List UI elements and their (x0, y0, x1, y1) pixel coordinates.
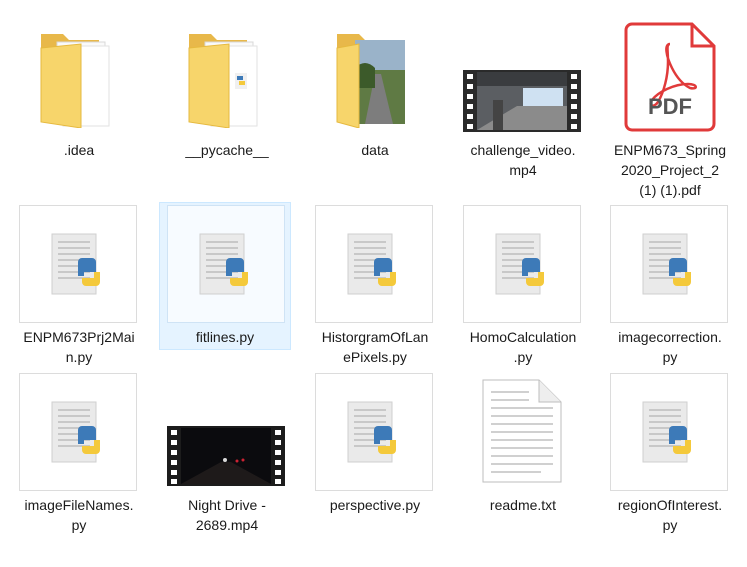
text-file-icon (481, 378, 563, 484)
file-name: imagecorrection. py (618, 329, 722, 365)
file-item-challenge-video[interactable]: challenge_video. mp4 (453, 20, 593, 180)
file-item-night-drive[interactable]: Night Drive - 2689.mp4 (157, 373, 297, 538)
file-name: imageFileNames. py (24, 497, 134, 533)
file-item-imagefilenames[interactable]: imageFileNames. py (9, 373, 149, 538)
file-name: challenge_video. mp4 (470, 142, 576, 178)
file-name: ENPM673Prj2Mai n.py (23, 329, 135, 365)
python-file-icon (315, 205, 433, 323)
file-item-imagecorrection[interactable]: imagecorrection. py (600, 205, 740, 370)
python-file-icon (167, 205, 285, 323)
pdf-icon: PDF (624, 22, 716, 132)
file-name: HistorgramOfLan ePixels.py (321, 329, 429, 365)
file-item-perspective[interactable]: perspective.py (305, 373, 445, 538)
video-thumbnail-icon (463, 70, 581, 132)
file-item-enpm673prj2main[interactable]: ENPM673Prj2Mai n.py (9, 205, 149, 370)
python-file-icon (19, 205, 137, 323)
file-name: regionOfInterest. py (617, 497, 723, 533)
python-file-icon (610, 373, 728, 491)
file-item-pycache[interactable]: __pycache__ (157, 20, 297, 170)
file-name: Night Drive - 2689.mp4 (188, 497, 266, 533)
file-name: ENPM673_Spring 2020_Project_2 (1) (1).pd… (613, 142, 727, 198)
python-file-icon (19, 373, 137, 491)
file-item-fitlines[interactable]: fitlines.py (159, 202, 301, 355)
pdf-label: PDF (648, 94, 692, 119)
file-name: data (361, 142, 389, 158)
folder-photo-icon (335, 28, 415, 128)
file-item-homocalculation[interactable]: HomoCalculation .py (453, 205, 593, 370)
folder-icon (187, 28, 267, 128)
file-name: __pycache__ (185, 142, 269, 158)
python-file-icon (315, 373, 433, 491)
file-item-readme[interactable]: readme.txt (453, 373, 593, 538)
file-name: fitlines.py (195, 329, 255, 345)
video-thumbnail-icon (167, 426, 285, 486)
file-item-idea[interactable]: .idea (9, 20, 149, 170)
folder-icon (39, 28, 119, 128)
file-name: HomoCalculation .py (469, 329, 577, 365)
file-item-historgram[interactable]: HistorgramOfLan ePixels.py (305, 205, 445, 370)
file-name: .idea (63, 142, 95, 158)
python-file-icon (610, 205, 728, 323)
file-item-regionofinterest[interactable]: regionOfInterest. py (600, 373, 740, 538)
file-item-pdf[interactable]: PDF ENPM673_Spring 2020_Project_2 (1) (1… (600, 20, 740, 200)
python-file-icon (463, 205, 581, 323)
file-name: perspective.py (329, 497, 421, 513)
file-item-data[interactable]: data (305, 20, 445, 170)
file-name: readme.txt (489, 497, 557, 513)
